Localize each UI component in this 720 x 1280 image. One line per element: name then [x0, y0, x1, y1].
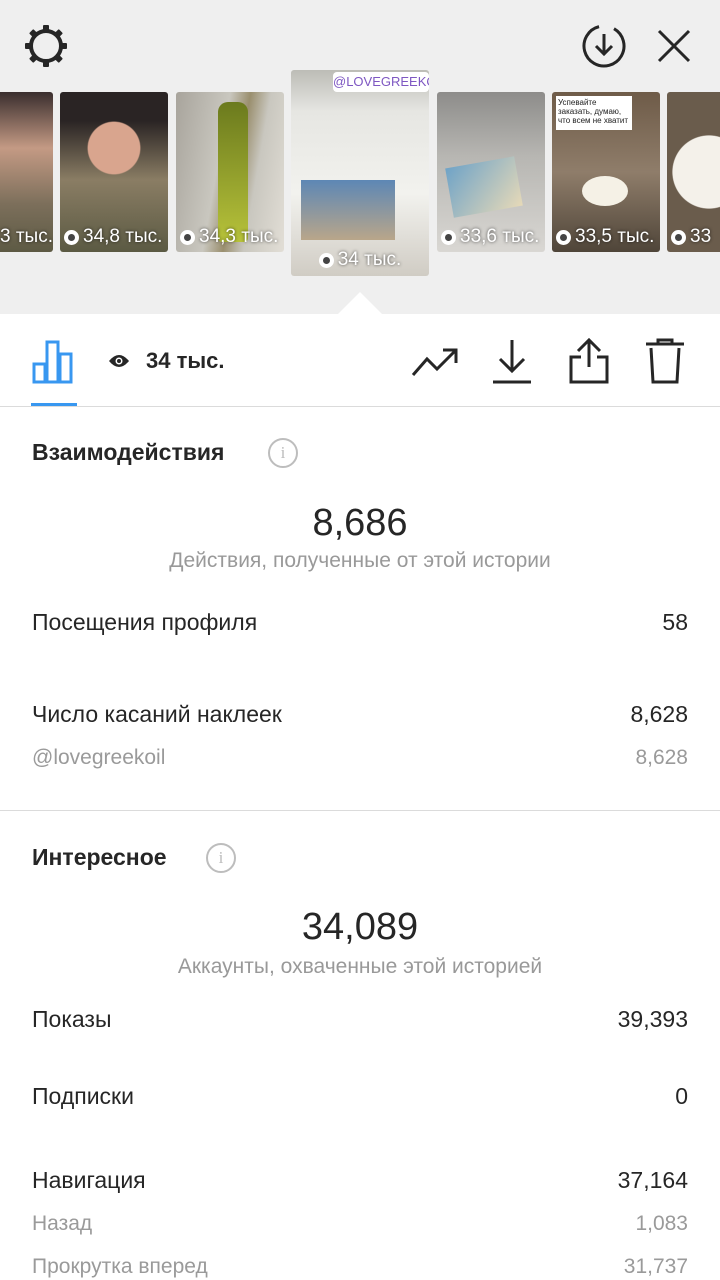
- eye-icon: [108, 350, 130, 372]
- sticker-taps-row: Число касаний наклеек 8,628: [32, 701, 688, 728]
- metric-value: 58: [662, 609, 688, 635]
- story-thumbnail[interactable]: 33: [667, 92, 720, 252]
- interactions-total-label: Действия, полученные от этой истории: [169, 549, 551, 572]
- metric-value: 8,628: [635, 746, 688, 769]
- metric-label: Число касаний наклеек: [32, 701, 282, 727]
- stories-strip[interactable]: 3 тыс. 34,8 тыс. 34,3 тыс. @LOVEGREEKOIL…: [0, 70, 720, 280]
- share-icon[interactable]: [566, 336, 612, 386]
- oil-bottle-image: [218, 102, 248, 242]
- story-views: 34 тыс.: [291, 249, 429, 271]
- story-views: 34,3 тыс.: [176, 226, 284, 248]
- trending-icon[interactable]: [410, 340, 460, 384]
- metric-label: Подписки: [32, 1083, 134, 1109]
- active-tab-indicator: [31, 403, 77, 406]
- metric-value: 31,737: [623, 1255, 688, 1278]
- download-icon[interactable]: [490, 336, 534, 386]
- follows-row: Подписки 0: [32, 1083, 688, 1110]
- eye-icon: [180, 229, 195, 245]
- impressions-row: Показы 39,393: [32, 1006, 688, 1033]
- story-thumbnail[interactable]: 3 тыс.: [0, 92, 53, 252]
- views-count: 34 тыс.: [146, 348, 225, 373]
- interactions-total: 8,686: [312, 502, 408, 544]
- discovery-total: 34,089: [301, 906, 419, 948]
- metric-value: 8,628: [630, 701, 688, 727]
- section-divider: [0, 810, 720, 811]
- sticker-label: @LOVEGREEKOIL: [333, 72, 429, 92]
- insights-bar-chart-icon[interactable]: [30, 338, 76, 384]
- selected-story-pointer: [338, 292, 382, 314]
- download-circle-icon[interactable]: [580, 22, 628, 70]
- close-icon[interactable]: [652, 24, 696, 68]
- interactions-title: Взаимодействия: [32, 439, 225, 465]
- eye-icon: [441, 229, 456, 245]
- settings-gear-icon[interactable]: [20, 20, 72, 72]
- insights-toolbar: 34 тыс.: [0, 314, 720, 407]
- navigation-row: Навигация 37,164: [32, 1167, 688, 1194]
- metric-label: Навигация: [32, 1167, 146, 1193]
- metric-label: Прокрутка вперед: [32, 1255, 208, 1278]
- metric-label: @lovegreekoil: [32, 746, 166, 769]
- metric-value: 0: [675, 1083, 688, 1109]
- metric-value: 37,164: [617, 1167, 688, 1193]
- discovery-title: Интересное: [32, 844, 167, 870]
- story-views: 33,6 тыс.: [437, 226, 545, 248]
- profile-visits-row: Посещения профиля 58: [32, 609, 688, 636]
- stories-header: 3 тыс. 34,8 тыс. 34,3 тыс. @LOVEGREEKOIL…: [0, 0, 720, 314]
- photo-image: [301, 180, 395, 240]
- caption-sticker: Успевайте заказать, думаю, что всем не х…: [556, 96, 632, 130]
- story-thumbnail[interactable]: 34,3 тыс.: [176, 92, 284, 252]
- story-thumbnail[interactable]: 33,6 тыс.: [437, 92, 545, 252]
- story-thumbnail[interactable]: 34,8 тыс.: [60, 92, 168, 252]
- metric-label: Показы: [32, 1006, 112, 1032]
- story-views: 33: [667, 226, 720, 248]
- metric-value: 1,083: [635, 1212, 688, 1235]
- plate-image: [582, 176, 628, 206]
- story-views: 33,5 тыс.: [552, 226, 660, 248]
- eye-icon: [318, 252, 334, 268]
- story-views: 34,8 тыс.: [60, 226, 168, 248]
- photo-image: [445, 156, 523, 218]
- metric-value: 39,393: [617, 1006, 688, 1032]
- info-icon[interactable]: i: [206, 843, 236, 873]
- story-thumbnail[interactable]: Успевайте заказать, думаю, что всем не х…: [552, 92, 660, 252]
- eye-icon: [671, 229, 686, 245]
- story-thumbnail-selected[interactable]: @LOVEGREEKOIL 34 тыс.: [291, 70, 429, 276]
- eye-icon: [556, 229, 571, 245]
- sticker-detail-row: @lovegreekoil 8,628: [32, 746, 688, 770]
- metric-label: Посещения профиля: [32, 609, 258, 635]
- eye-icon: [64, 229, 79, 245]
- metric-label: Назад: [32, 1212, 93, 1235]
- forward-row: Прокрутка вперед 31,737: [32, 1255, 688, 1279]
- trash-icon[interactable]: [642, 336, 688, 386]
- info-icon[interactable]: i: [268, 438, 298, 468]
- discovery-total-label: Аккаунты, охваченные этой историей: [177, 955, 543, 978]
- back-row: Назад 1,083: [32, 1212, 688, 1236]
- story-views: 3 тыс.: [0, 226, 53, 247]
